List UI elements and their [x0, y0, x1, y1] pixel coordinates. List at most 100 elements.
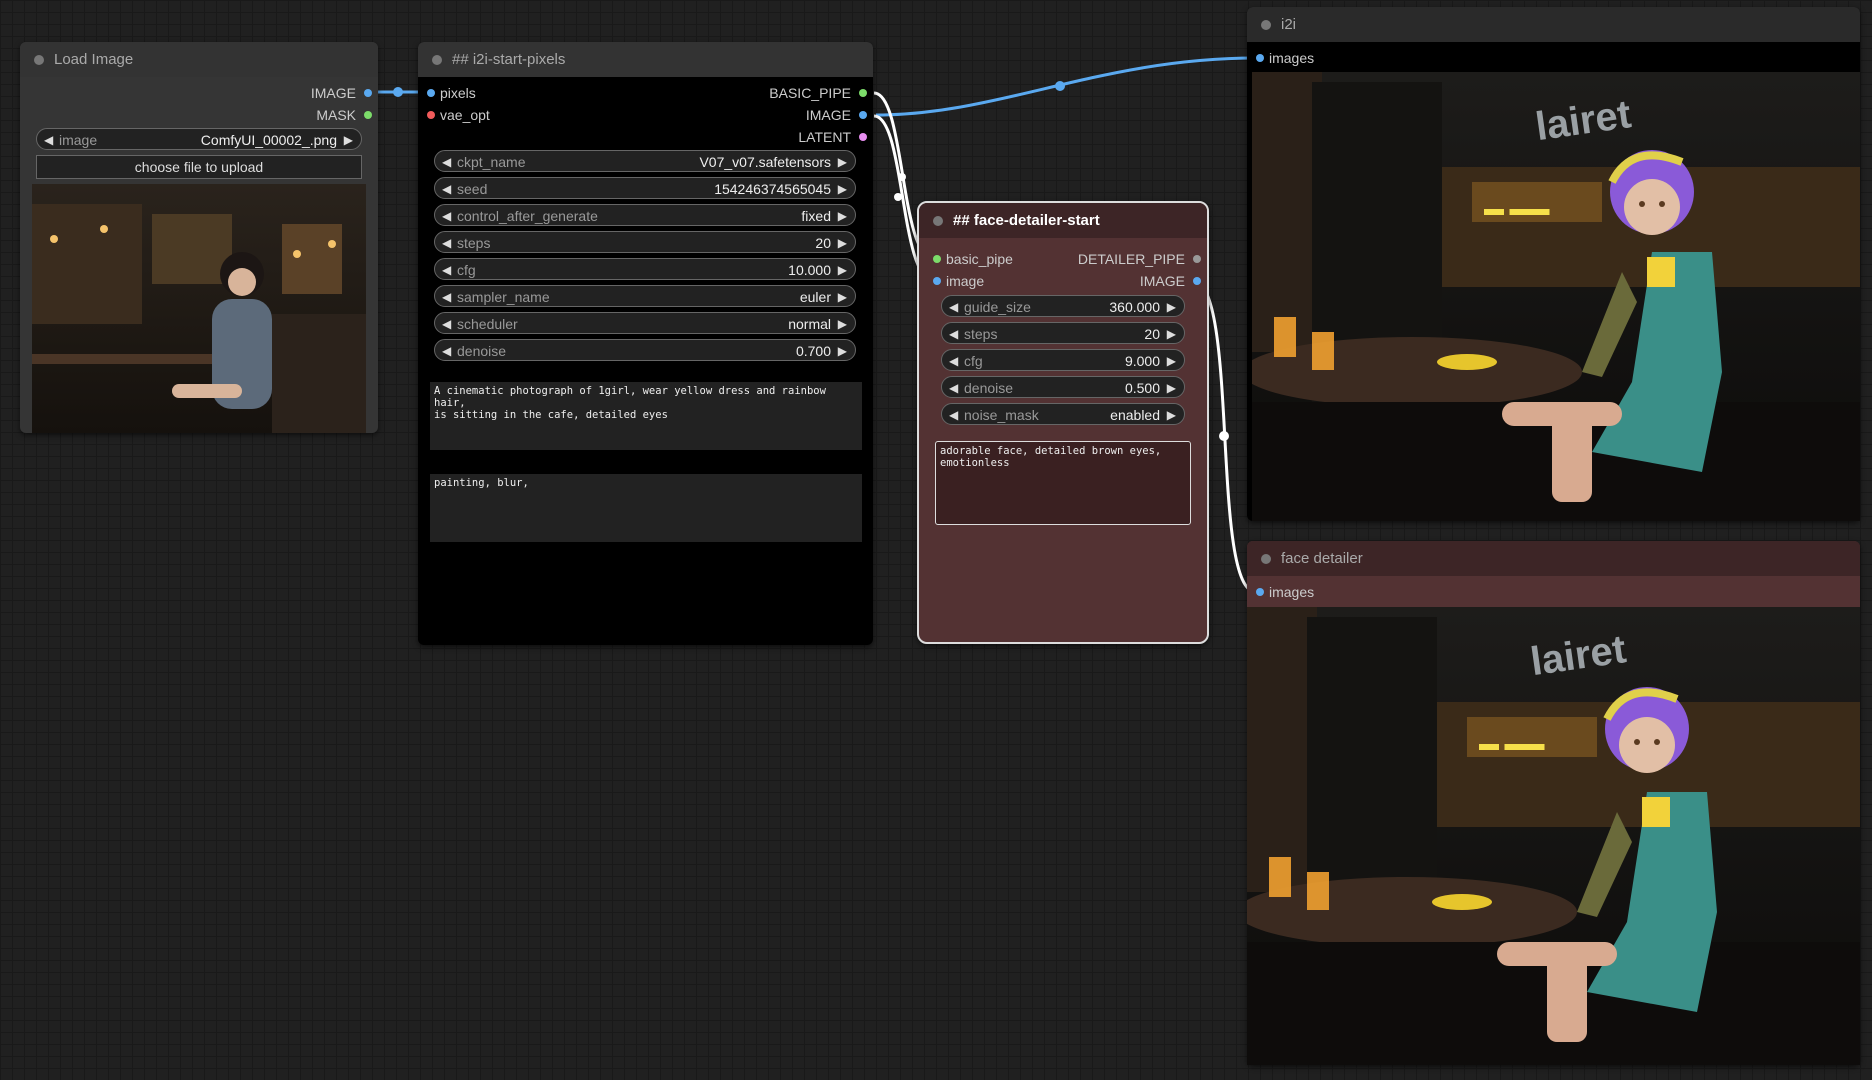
- right-arrow-icon[interactable]: ▶: [1167, 377, 1176, 399]
- left-arrow-icon[interactable]: ◀: [442, 205, 451, 227]
- collapse-dot-icon[interactable]: [1261, 20, 1271, 30]
- right-arrow-icon[interactable]: ▶: [838, 313, 847, 335]
- output-image[interactable]: IMAGE: [806, 106, 867, 124]
- left-arrow-icon[interactable]: ◀: [442, 259, 451, 281]
- left-arrow-icon[interactable]: ◀: [442, 313, 451, 335]
- link-midpoint: [1055, 81, 1065, 91]
- widget-scheduler[interactable]: ◀ scheduler normal ▶: [434, 312, 856, 334]
- face-detailer-start-node[interactable]: ## face-detailer-start basic_pipe image …: [917, 201, 1209, 644]
- widget-cfg[interactable]: ◀ cfg 10.000 ▶: [434, 258, 856, 280]
- link-midpoint: [393, 87, 403, 97]
- link-midpoint: [1219, 431, 1229, 441]
- widget-cfg[interactable]: ◀ cfg 9.000 ▶: [941, 349, 1185, 371]
- right-arrow-icon[interactable]: ▶: [1167, 296, 1176, 318]
- input-dot-icon[interactable]: [427, 89, 435, 97]
- face-prompt-textarea[interactable]: adorable face, detailed brown eyes, emot…: [935, 441, 1191, 525]
- node-title: ## i2i-start-pixels: [452, 51, 566, 68]
- left-arrow-icon[interactable]: ◀: [442, 151, 451, 173]
- widget-denoise[interactable]: ◀ denoise 0.500 ▶: [941, 376, 1185, 398]
- left-arrow-icon[interactable]: ◀: [949, 377, 958, 399]
- load-image-node[interactable]: Load Image IMAGE MASK ◀ image ComfyUI_00…: [20, 42, 378, 433]
- input-basic-pipe[interactable]: basic_pipe: [933, 250, 1013, 268]
- svg-text:▬ ▬▬: ▬ ▬▬: [1484, 198, 1550, 220]
- left-arrow-icon[interactable]: ◀: [44, 129, 53, 151]
- output-latent[interactable]: LATENT: [798, 128, 867, 146]
- link-image-to-i2i-preview: [875, 56, 1257, 117]
- widget-ckpt-name[interactable]: ◀ ckpt_name V07_v07.safetensors ▶: [434, 150, 856, 172]
- output-dot-icon[interactable]: [1193, 255, 1201, 263]
- right-arrow-icon[interactable]: ▶: [1167, 404, 1176, 426]
- i2i-start-pixels-node[interactable]: ## i2i-start-pixels pixels vae_opt BASIC…: [418, 42, 873, 645]
- input-image[interactable]: image: [933, 272, 984, 290]
- i2i-output-image: ▬ ▬▬ lairet: [1252, 72, 1860, 521]
- input-dot-icon[interactable]: [933, 255, 941, 263]
- node-title: face detailer: [1281, 550, 1363, 567]
- right-arrow-icon[interactable]: ▶: [838, 232, 847, 254]
- output-mask[interactable]: MASK: [316, 106, 372, 124]
- widget-steps[interactable]: ◀ steps 20 ▶: [941, 322, 1185, 344]
- preview-face-detailer-node[interactable]: face detailer images ▬ ▬▬ lairet: [1247, 541, 1860, 1065]
- right-arrow-icon[interactable]: ▶: [838, 259, 847, 281]
- left-arrow-icon[interactable]: ◀: [442, 178, 451, 200]
- left-arrow-icon[interactable]: ◀: [949, 350, 958, 372]
- output-detailer-pipe[interactable]: DETAILER_PIPE: [1078, 250, 1201, 268]
- node-title-bar[interactable]: i2i: [1247, 7, 1860, 42]
- input-dot-icon[interactable]: [427, 111, 435, 119]
- right-arrow-icon[interactable]: ▶: [1167, 350, 1176, 372]
- input-images[interactable]: images: [1256, 583, 1314, 601]
- left-arrow-icon[interactable]: ◀: [442, 232, 451, 254]
- input-pixels[interactable]: pixels: [427, 84, 476, 102]
- preview-i2i-node[interactable]: i2i images ▬ ▬▬ lairet: [1247, 7, 1860, 521]
- node-title-bar[interactable]: Load Image: [20, 42, 378, 77]
- widget-sampler-name[interactable]: ◀ sampler_name euler ▶: [434, 285, 856, 307]
- left-arrow-icon[interactable]: ◀: [442, 340, 451, 362]
- input-dot-icon[interactable]: [1256, 588, 1264, 596]
- right-arrow-icon[interactable]: ▶: [838, 286, 847, 308]
- positive-prompt-textarea[interactable]: A cinematic photograph of 1girl, wear ye…: [430, 382, 862, 450]
- node-title-bar[interactable]: ## face-detailer-start: [919, 203, 1207, 238]
- collapse-dot-icon[interactable]: [933, 216, 943, 226]
- output-dot-icon[interactable]: [364, 89, 372, 97]
- node-title-bar[interactable]: ## i2i-start-pixels: [418, 42, 873, 77]
- right-arrow-icon[interactable]: ▶: [344, 129, 353, 151]
- node-title: ## face-detailer-start: [953, 212, 1100, 229]
- upload-button[interactable]: choose file to upload: [36, 155, 362, 179]
- input-dot-icon[interactable]: [1256, 54, 1264, 62]
- input-images[interactable]: images: [1256, 49, 1314, 67]
- right-arrow-icon[interactable]: ▶: [838, 205, 847, 227]
- output-dot-icon[interactable]: [364, 111, 372, 119]
- widget-denoise[interactable]: ◀ denoise 0.700 ▶: [434, 339, 856, 361]
- output-basic-pipe[interactable]: BASIC_PIPE: [769, 84, 867, 102]
- loaded-image-preview: [32, 184, 366, 433]
- link-midpoint: [898, 173, 906, 181]
- output-dot-icon[interactable]: [859, 133, 867, 141]
- negative-prompt-textarea[interactable]: painting, blur,: [430, 474, 862, 542]
- widget-steps[interactable]: ◀ steps 20 ▶: [434, 231, 856, 253]
- widget-guide-size[interactable]: ◀ guide_size 360.000 ▶: [941, 295, 1185, 317]
- left-arrow-icon[interactable]: ◀: [442, 286, 451, 308]
- widget-noise-mask[interactable]: ◀ noise_mask enabled ▶: [941, 403, 1185, 425]
- input-vae-opt[interactable]: vae_opt: [427, 106, 490, 124]
- image-select-widget[interactable]: ◀ image ComfyUI_00002_.png ▶: [36, 128, 362, 150]
- collapse-dot-icon[interactable]: [1261, 554, 1271, 564]
- widget-seed[interactable]: ◀ seed 154246374565045 ▶: [434, 177, 856, 199]
- output-dot-icon[interactable]: [1193, 277, 1201, 285]
- output-image[interactable]: IMAGE: [1140, 272, 1201, 290]
- right-arrow-icon[interactable]: ▶: [838, 151, 847, 173]
- node-title: Load Image: [54, 51, 134, 68]
- widget-control-after-generate[interactable]: ◀ control_after_generate fixed ▶: [434, 204, 856, 226]
- right-arrow-icon[interactable]: ▶: [1167, 323, 1176, 345]
- right-arrow-icon[interactable]: ▶: [838, 178, 847, 200]
- input-dot-icon[interactable]: [933, 277, 941, 285]
- face-detailer-output-image: ▬ ▬▬ lairet: [1247, 607, 1860, 1065]
- collapse-dot-icon[interactable]: [34, 55, 44, 65]
- collapse-dot-icon[interactable]: [432, 55, 442, 65]
- left-arrow-icon[interactable]: ◀: [949, 296, 958, 318]
- left-arrow-icon[interactable]: ◀: [949, 404, 958, 426]
- output-image[interactable]: IMAGE: [311, 84, 372, 102]
- node-title-bar[interactable]: face detailer: [1247, 541, 1860, 576]
- left-arrow-icon[interactable]: ◀: [949, 323, 958, 345]
- output-dot-icon[interactable]: [859, 89, 867, 97]
- output-dot-icon[interactable]: [859, 111, 867, 119]
- right-arrow-icon[interactable]: ▶: [838, 340, 847, 362]
